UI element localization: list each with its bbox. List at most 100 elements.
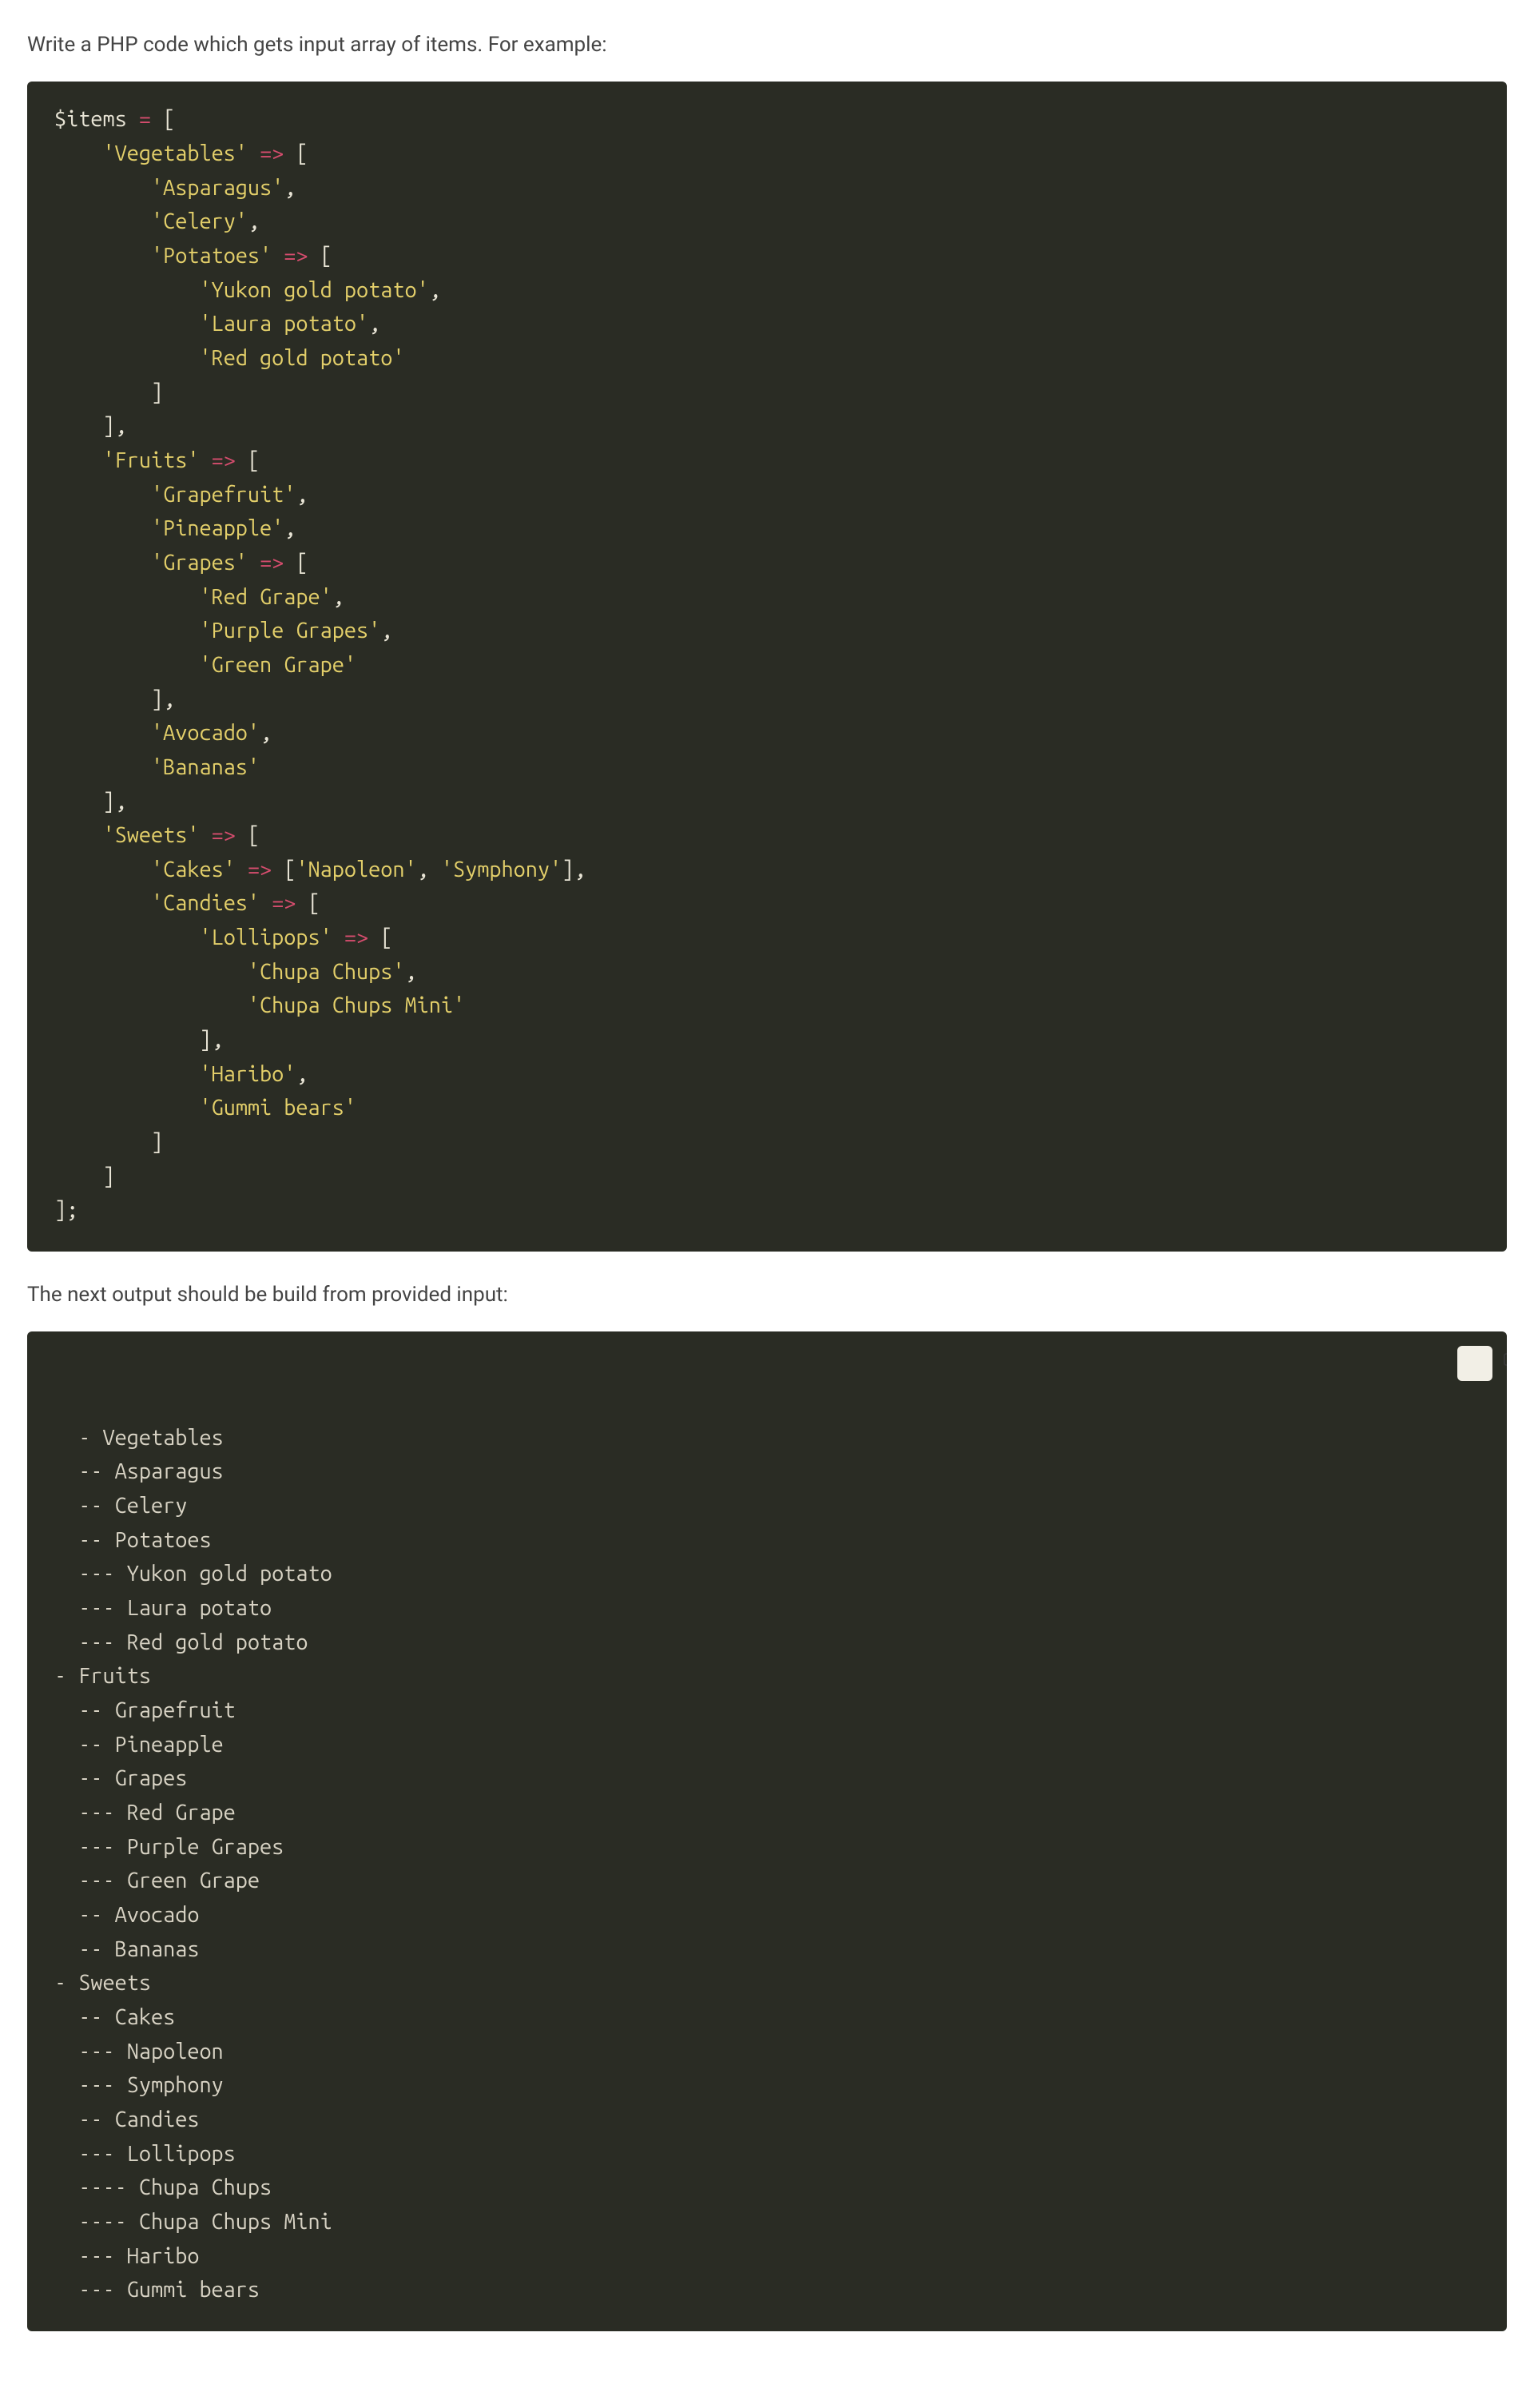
code-token-op: =>	[260, 141, 284, 165]
code-token-punct: ,	[296, 1062, 308, 1086]
code-token-plain	[236, 858, 248, 882]
code-token-plain	[54, 1062, 199, 1086]
code-token-punct: [	[296, 141, 308, 165]
code-token-plain	[54, 312, 199, 336]
code-token-plain	[54, 993, 248, 1017]
second-text: The next output should be build from pro…	[27, 1280, 1507, 1309]
code-token-str: 'Yukon gold potato'	[199, 278, 428, 302]
code-token-punct: ,	[574, 858, 586, 882]
code-token-op: =>	[212, 823, 236, 847]
code-token-plain	[54, 278, 199, 302]
code-token-str: 'Laura potato'	[199, 312, 368, 336]
code-token-punct: ,	[260, 721, 272, 745]
code-token-punct: [	[296, 551, 308, 575]
code-token-punct: ,	[380, 619, 392, 643]
code-token-plain	[54, 551, 151, 575]
code-token-plain	[199, 448, 211, 472]
code-token-str: 'Sweets'	[102, 823, 199, 847]
code-token-op: =	[139, 107, 151, 131]
code-token-plain	[54, 960, 248, 984]
code-token-punct: ,	[284, 176, 296, 200]
code-token-punct: ]	[199, 1028, 211, 1052]
code-token-str: 'Gummi bears'	[199, 1096, 356, 1120]
code-token-punct: ]	[54, 1198, 66, 1222]
code-token-plain	[54, 585, 199, 609]
code-token-plain	[54, 448, 102, 472]
code-token-punct: [	[320, 244, 332, 268]
code-token-plain	[368, 925, 380, 949]
code-token-str: 'Candies'	[151, 891, 260, 915]
code-token-plain	[54, 209, 151, 233]
intro-text: Write a PHP code which gets input array …	[27, 30, 1507, 59]
code-token-punct: ,	[417, 858, 429, 882]
code-token-punct: ]	[562, 858, 574, 882]
php-code-block: $items = [ 'Vegetables' => [ 'Asparagus'…	[27, 82, 1507, 1252]
code-token-str: 'Avocado'	[151, 721, 260, 745]
code-token-punct: ,	[248, 209, 260, 233]
code-token-plain	[54, 687, 151, 711]
code-token-plain	[54, 790, 102, 814]
code-token-punct: ,	[332, 585, 344, 609]
code-token-plain	[54, 516, 151, 540]
code-token-str: 'Chupa Chups'	[248, 960, 405, 984]
code-token-str: 'Purple Grapes'	[199, 619, 380, 643]
code-token-plain	[54, 244, 151, 268]
code-token-punct: ,	[284, 516, 296, 540]
copy-button[interactable]	[1457, 1346, 1492, 1381]
code-token-plain	[54, 755, 151, 779]
code-token-plain	[54, 653, 199, 677]
code-token-plain	[54, 1130, 151, 1154]
code-token-plain	[199, 823, 211, 847]
code-token-plain	[272, 858, 284, 882]
code-token-punct: ,	[429, 278, 441, 302]
code-token-punct: [	[380, 925, 392, 949]
code-token-plain	[429, 858, 441, 882]
code-token-plain	[54, 858, 151, 882]
code-token-str: 'Chupa Chups Mini'	[248, 993, 465, 1017]
code-token-plain	[236, 448, 248, 472]
code-token-plain	[54, 346, 199, 370]
code-token-plain	[54, 1164, 102, 1188]
code-token-op: =>	[344, 925, 368, 949]
code-token-plain	[272, 244, 284, 268]
code-token-plain	[54, 619, 199, 643]
output-code-block: - Vegetables -- Asparagus -- Celery -- P…	[27, 1331, 1507, 2330]
code-token-str: 'Haribo'	[199, 1062, 296, 1086]
code-token-str: 'Grapefruit'	[151, 483, 296, 507]
output-text: - Vegetables -- Asparagus -- Celery -- P…	[54, 1426, 332, 2302]
code-token-punct: ]	[102, 790, 114, 814]
code-token-plain	[54, 141, 102, 165]
clipboard-icon	[1429, 1331, 1507, 1415]
code-token-plain	[54, 721, 151, 745]
code-token-plain	[248, 551, 260, 575]
code-token-str: 'Bananas'	[151, 755, 260, 779]
code-token-punct: ]	[102, 414, 114, 438]
code-token-punct: ,	[404, 960, 416, 984]
code-token-str: 'Cakes'	[151, 858, 236, 882]
code-token-punct: [	[308, 891, 320, 915]
code-token-plain	[54, 380, 151, 404]
code-token-op: =>	[248, 858, 272, 882]
code-token-punct: ]	[151, 380, 163, 404]
code-token-plain	[248, 141, 260, 165]
code-token-op: =>	[284, 244, 308, 268]
code-token-var: $items	[54, 107, 127, 131]
code-token-plain	[296, 891, 308, 915]
code-token-punct: [	[248, 823, 260, 847]
code-token-op: =>	[272, 891, 296, 915]
code-token-punct: ;	[66, 1198, 78, 1222]
code-token-plain	[284, 551, 296, 575]
code-token-op: =>	[212, 448, 236, 472]
code-token-str: 'Red Grape'	[199, 585, 332, 609]
code-token-str: 'Fruits'	[102, 448, 199, 472]
code-token-punct: ]	[151, 1130, 163, 1154]
code-token-plain	[151, 107, 163, 131]
code-token-str: 'Celery'	[151, 209, 248, 233]
code-token-plain	[54, 1096, 199, 1120]
code-token-plain	[332, 925, 344, 949]
code-token-punct: [	[163, 107, 175, 131]
code-token-punct: ,	[296, 483, 308, 507]
code-token-op: =>	[260, 551, 284, 575]
code-token-str: 'Potatoes'	[151, 244, 272, 268]
code-token-plain	[54, 891, 151, 915]
